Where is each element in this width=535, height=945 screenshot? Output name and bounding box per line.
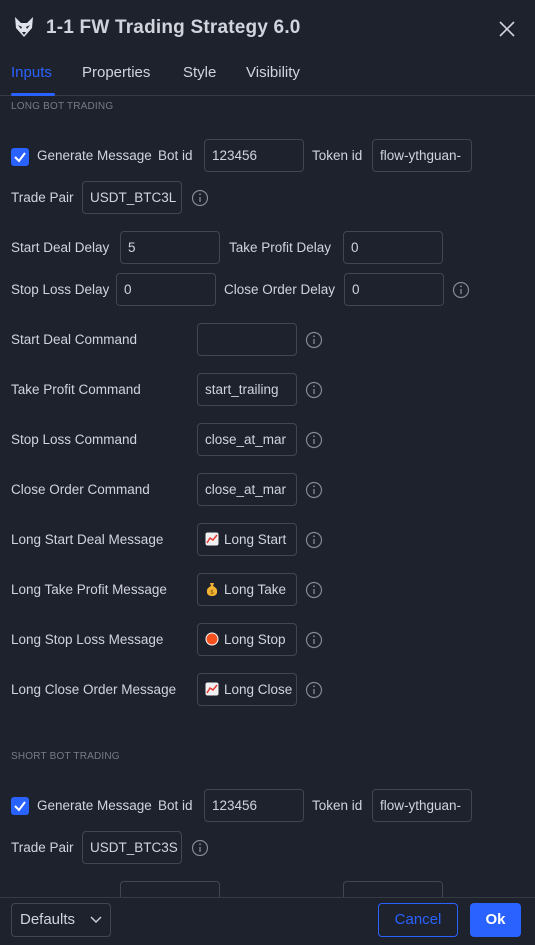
long-token-id-input[interactable]: flow-ythguan-	[372, 139, 472, 172]
info-icon[interactable]	[305, 531, 323, 549]
chart-up-icon	[205, 682, 219, 696]
long-start-deal-message-value: Long Start	[224, 532, 287, 547]
long-trade-pair-input[interactable]: USDT_BTC3L	[82, 181, 182, 214]
long-take-profit-message-value: Long Take	[224, 582, 287, 597]
dialog-header: 1-1 FW Trading Strategy 6.0	[0, 0, 535, 60]
info-icon[interactable]	[305, 581, 323, 599]
info-icon[interactable]	[305, 631, 323, 649]
close-icon[interactable]	[496, 18, 518, 40]
dialog-footer: Defaults Cancel Ok	[0, 897, 535, 945]
start-deal-delay-label: Start Deal Delay	[11, 240, 110, 255]
info-icon[interactable]	[305, 381, 323, 399]
start-deal-delay-input[interactable]: 5	[120, 231, 220, 264]
short-start-deal-delay-input[interactable]	[120, 881, 220, 897]
inputs-panel[interactable]: LONG BOT TRADING Generate Message Bot id…	[0, 97, 535, 897]
red-circle-icon	[205, 632, 219, 646]
short-generate-message-label: Generate Message	[37, 798, 152, 813]
ok-button[interactable]: Ok	[470, 903, 521, 937]
wolf-logo-icon	[15, 17, 33, 37]
long-start-deal-message-label: Long Start Deal Message	[11, 532, 164, 547]
start-deal-command-label: Start Deal Command	[11, 332, 138, 347]
start-deal-command-input[interactable]	[197, 323, 297, 356]
stop-loss-command-input[interactable]: close_at_mar	[197, 423, 297, 456]
section-header-long: LONG BOT TRADING	[11, 101, 114, 112]
stop-loss-delay-label: Stop Loss Delay	[11, 282, 110, 297]
short-take-profit-delay-input[interactable]	[343, 881, 443, 897]
short-bot-id-label: Bot id	[158, 798, 193, 813]
stop-loss-delay-input[interactable]: 0	[116, 273, 216, 306]
long-trade-pair-label: Trade Pair	[11, 190, 74, 205]
checkbox-checked-icon	[14, 801, 26, 812]
section-header-short: SHORT BOT TRADING	[11, 751, 120, 762]
short-trade-pair-label: Trade Pair	[11, 840, 74, 855]
long-generate-message-label: Generate Message	[37, 148, 152, 163]
take-profit-command-input[interactable]: start_trailing	[197, 373, 297, 406]
long-stop-loss-message-value: Long Stop	[224, 632, 286, 647]
close-order-delay-label: Close Order Delay	[224, 282, 336, 297]
long-take-profit-message-label: Long Take Profit Message	[11, 582, 167, 597]
short-bot-id-input[interactable]: 123456	[204, 789, 304, 822]
info-icon[interactable]	[191, 839, 209, 857]
chart-up-icon	[205, 532, 219, 546]
long-take-profit-message-input[interactable]: $ Long Take	[197, 573, 297, 606]
take-profit-delay-input[interactable]: 0	[343, 231, 443, 264]
close-order-delay-input[interactable]: 0	[344, 273, 444, 306]
close-order-command-input[interactable]: close_at_mar	[197, 473, 297, 506]
long-close-order-message-label: Long Close Order Message	[11, 682, 177, 697]
info-icon[interactable]	[305, 431, 323, 449]
long-bot-id-input[interactable]: 123456	[204, 139, 304, 172]
info-icon[interactable]	[452, 281, 470, 299]
defaults-dropdown[interactable]: Defaults	[11, 903, 111, 937]
take-profit-delay-label: Take Profit Delay	[229, 240, 332, 255]
short-token-id-label: Token id	[312, 798, 363, 813]
tab-visibility[interactable]: Visibility	[246, 64, 300, 81]
tab-bar: Inputs Properties Style Visibility	[0, 60, 535, 96]
long-stop-loss-message-input[interactable]: Long Stop	[197, 623, 297, 656]
long-stop-loss-message-label: Long Stop Loss Message	[11, 632, 164, 647]
short-token-id-input[interactable]: flow-ythguan-	[372, 789, 472, 822]
long-token-id-label: Token id	[312, 148, 363, 163]
svg-text:$: $	[210, 589, 214, 596]
info-icon[interactable]	[305, 331, 323, 349]
long-start-deal-message-input[interactable]: Long Start	[197, 523, 297, 556]
take-profit-command-label: Take Profit Command	[11, 382, 141, 397]
long-generate-message-checkbox[interactable]	[11, 148, 29, 166]
dialog-title: 1-1 FW Trading Strategy 6.0	[46, 17, 301, 38]
tab-inputs[interactable]: Inputs	[11, 64, 52, 81]
stop-loss-command-label: Stop Loss Command	[11, 432, 138, 447]
tab-style[interactable]: Style	[183, 64, 216, 81]
info-icon[interactable]	[191, 189, 209, 207]
close-order-command-label: Close Order Command	[11, 482, 150, 497]
defaults-label: Defaults	[20, 911, 76, 928]
long-close-order-message-value: Long Close	[224, 682, 293, 697]
cancel-button[interactable]: Cancel	[378, 903, 458, 937]
chevron-down-icon	[90, 916, 102, 923]
short-trade-pair-input[interactable]: USDT_BTC3S	[82, 831, 182, 864]
long-bot-id-label: Bot id	[158, 148, 193, 163]
checkbox-checked-icon	[14, 152, 26, 163]
tab-properties[interactable]: Properties	[82, 64, 150, 81]
active-tab-indicator	[11, 93, 55, 96]
money-bag-icon: $	[206, 583, 218, 596]
short-generate-message-checkbox[interactable]	[11, 797, 29, 815]
info-icon[interactable]	[305, 681, 323, 699]
long-close-order-message-input[interactable]: Long Close	[197, 673, 297, 706]
info-icon[interactable]	[305, 481, 323, 499]
